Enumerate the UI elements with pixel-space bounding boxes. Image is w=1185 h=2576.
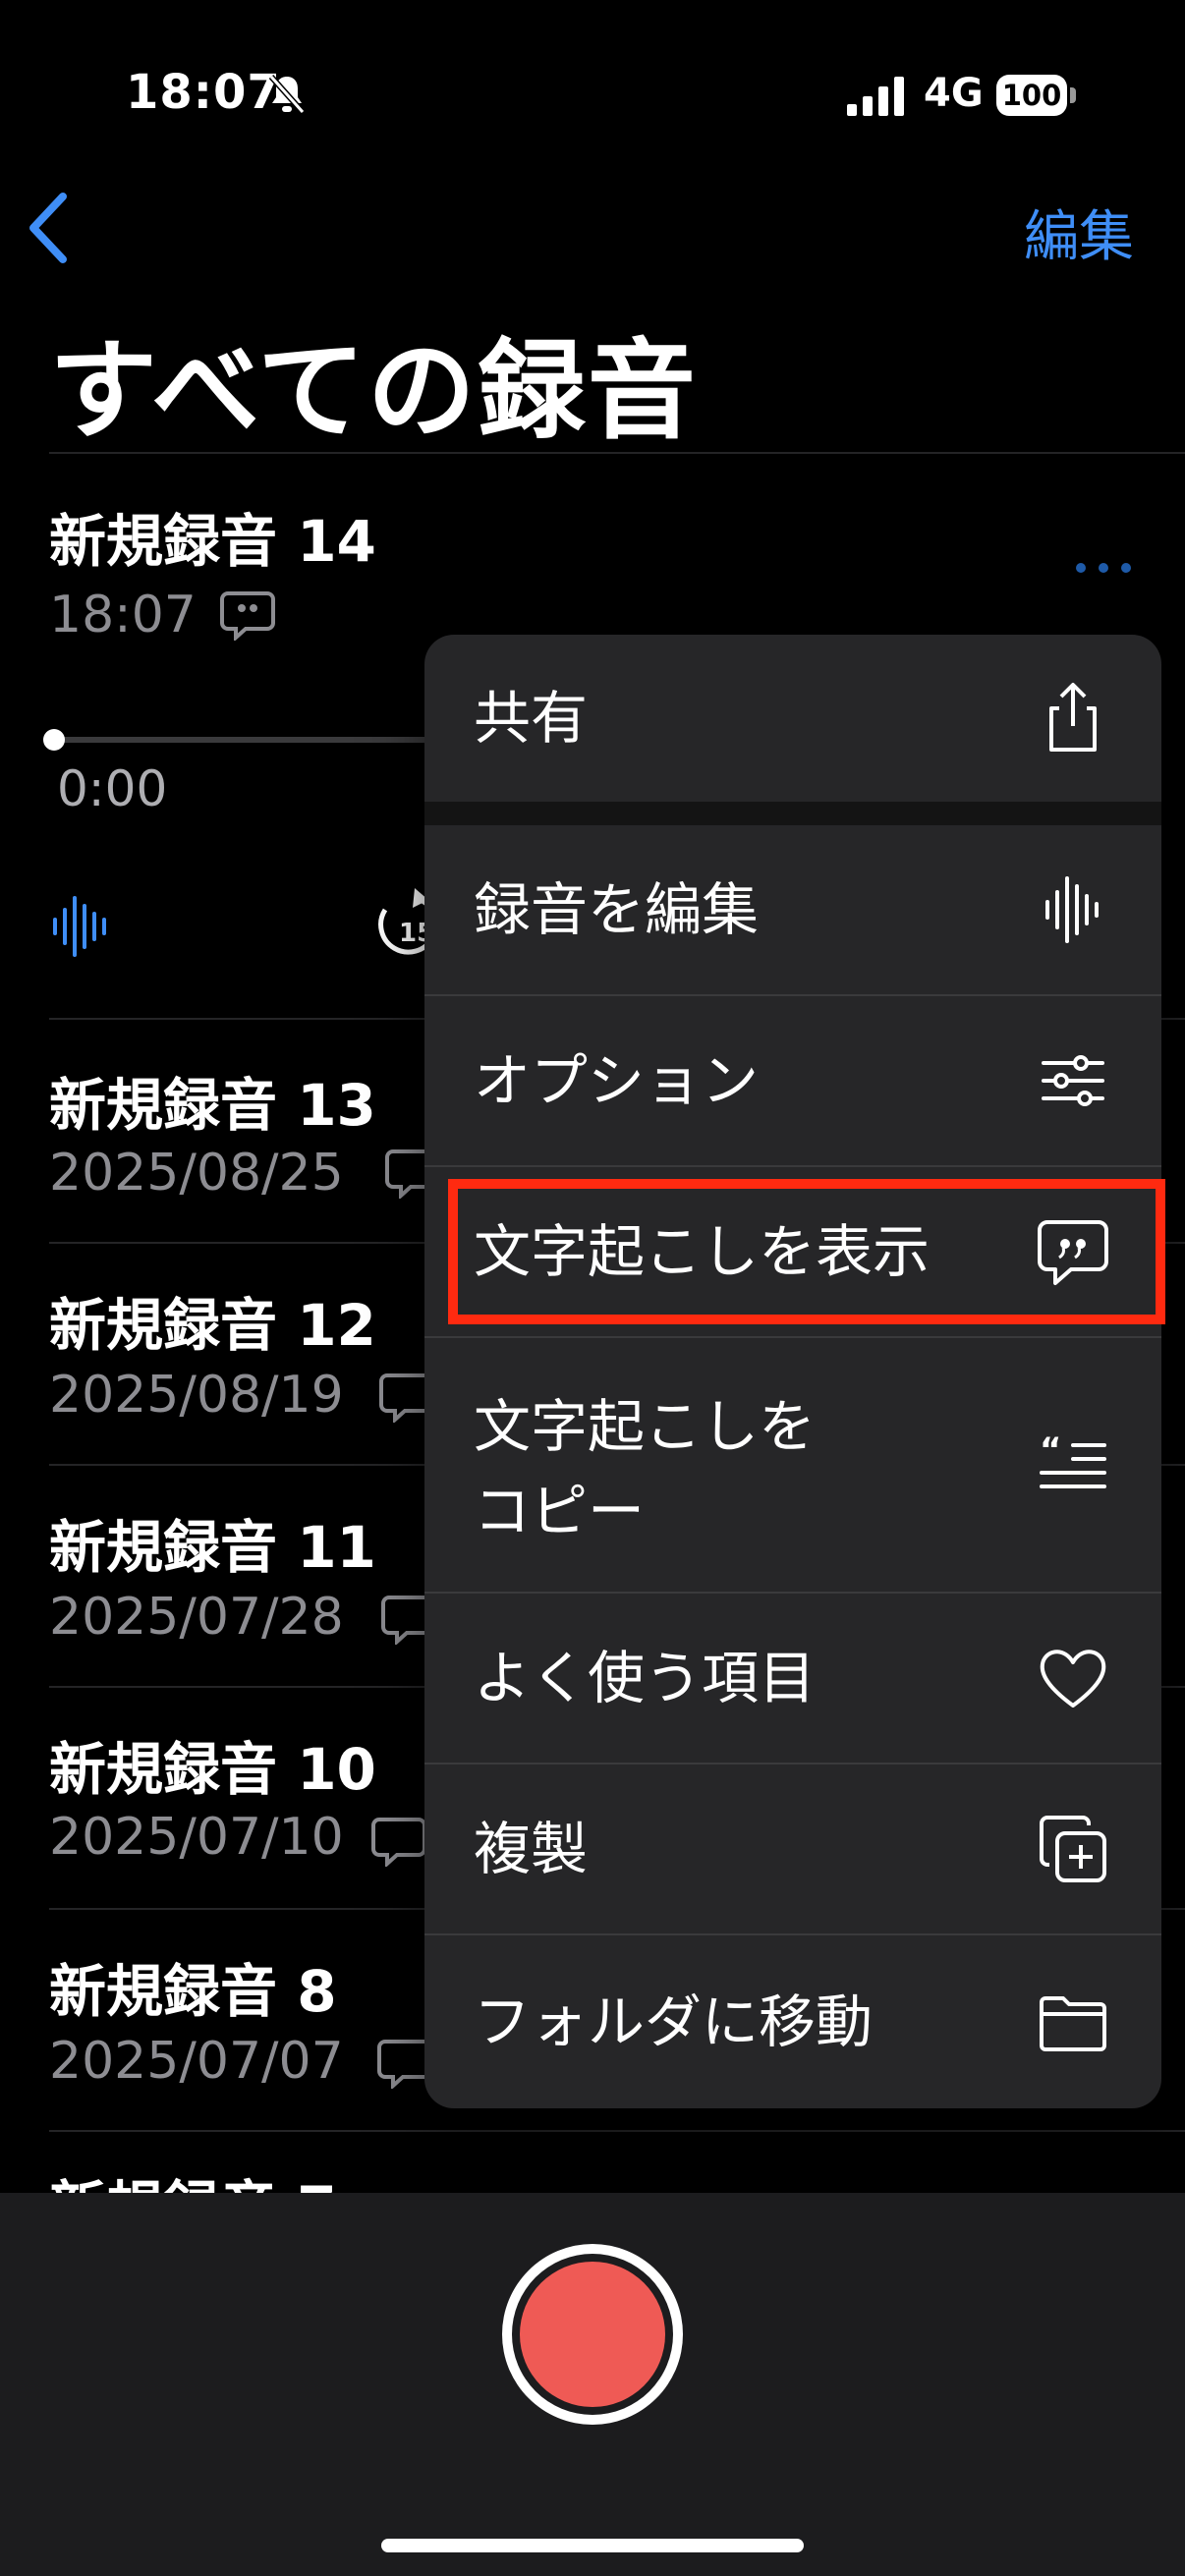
menu-item-move-to-folder[interactable]: フォルダに移動 <box>424 1935 1161 2108</box>
menu-item-duplicate[interactable]: 複製 <box>424 1764 1161 1933</box>
playback-position: 0:00 <box>57 760 168 817</box>
menu-item-label: フォルダに移動 <box>474 1988 874 2055</box>
recording-name[interactable]: 新規録音 13 <box>49 1059 376 1142</box>
status-time: 18:07 <box>126 65 281 120</box>
battery-icon: 100 <box>996 75 1077 116</box>
menu-item-share[interactable]: 共有 <box>424 635 1161 802</box>
menu-item-label: 録音を編集 <box>474 876 760 943</box>
menu-item-label: 複製 <box>474 1816 589 1882</box>
recording-date: 2025/07/28 <box>49 1588 344 1647</box>
svg-text:“: “ <box>1040 1430 1061 1470</box>
menu-item-options[interactable]: オプション <box>424 996 1161 1165</box>
scrubber-handle[interactable] <box>43 729 65 751</box>
battery-level: 100 <box>996 75 1067 116</box>
recording-name[interactable]: 新規録音 11 <box>49 1501 376 1584</box>
heart-icon <box>1040 1650 1106 1708</box>
menu-item-label: よく使う項目 <box>474 1645 817 1711</box>
transcript-icon <box>220 591 275 641</box>
sliders-icon <box>1042 1055 1104 1106</box>
current-recording-time: 18:07 <box>49 586 197 644</box>
share-icon <box>1049 683 1097 752</box>
edit-button[interactable]: 編集 <box>1024 193 1134 272</box>
menu-item-label-line1: 文字起こしを <box>474 1393 817 1460</box>
recording-date: 2025/08/25 <box>49 1144 344 1203</box>
current-recording-name[interactable]: 新規録音 14 <box>49 495 376 578</box>
recording-name[interactable]: 新規録音 8 <box>49 1945 337 2028</box>
recording-date: 2025/07/07 <box>49 2032 344 2091</box>
quote-lines-icon: “ <box>1040 1430 1106 1488</box>
back-chevron-icon[interactable] <box>24 189 73 267</box>
menu-item-label: 共有 <box>474 685 589 752</box>
duplicate-icon <box>1040 1816 1106 1882</box>
recording-date: 2025/08/19 <box>49 1366 344 1425</box>
menu-item-copy-transcript[interactable]: 文字起こしを コピー “ <box>424 1338 1161 1592</box>
playback-scrubber[interactable] <box>49 737 432 743</box>
divider <box>49 452 1185 454</box>
waveform-edit-icon[interactable] <box>51 892 112 961</box>
menu-item-label: オプション <box>474 1047 760 1114</box>
page-title: すべての録音 <box>49 328 698 454</box>
record-button[interactable] <box>520 2262 665 2407</box>
waveform-icon <box>1045 876 1099 943</box>
menu-item-favorite[interactable]: よく使う項目 <box>424 1594 1161 1763</box>
transcript-icon <box>371 1818 426 1867</box>
menu-separator <box>424 802 1161 825</box>
home-indicator <box>381 2539 804 2552</box>
more-icon[interactable] <box>1073 558 1134 578</box>
divider <box>49 2130 1185 2132</box>
network-type: 4G <box>924 71 984 116</box>
menu-item-label-line2: コピー <box>474 1478 646 1544</box>
recording-name[interactable]: 新規録音 12 <box>49 1279 376 1362</box>
context-menu: 共有 録音を編集 オプション 文字起こしを表示 文字起こしを コピー “ よく使… <box>424 635 1161 2108</box>
highlight-box <box>448 1179 1165 1324</box>
menu-item-edit-recording[interactable]: 録音を編集 <box>424 825 1161 994</box>
folder-icon <box>1040 1996 1106 2051</box>
recording-name[interactable]: 新規録音 10 <box>49 1723 376 1806</box>
recording-date: 2025/07/10 <box>49 1808 344 1867</box>
bell-slash-icon <box>268 75 306 114</box>
signal-icon <box>847 77 904 116</box>
